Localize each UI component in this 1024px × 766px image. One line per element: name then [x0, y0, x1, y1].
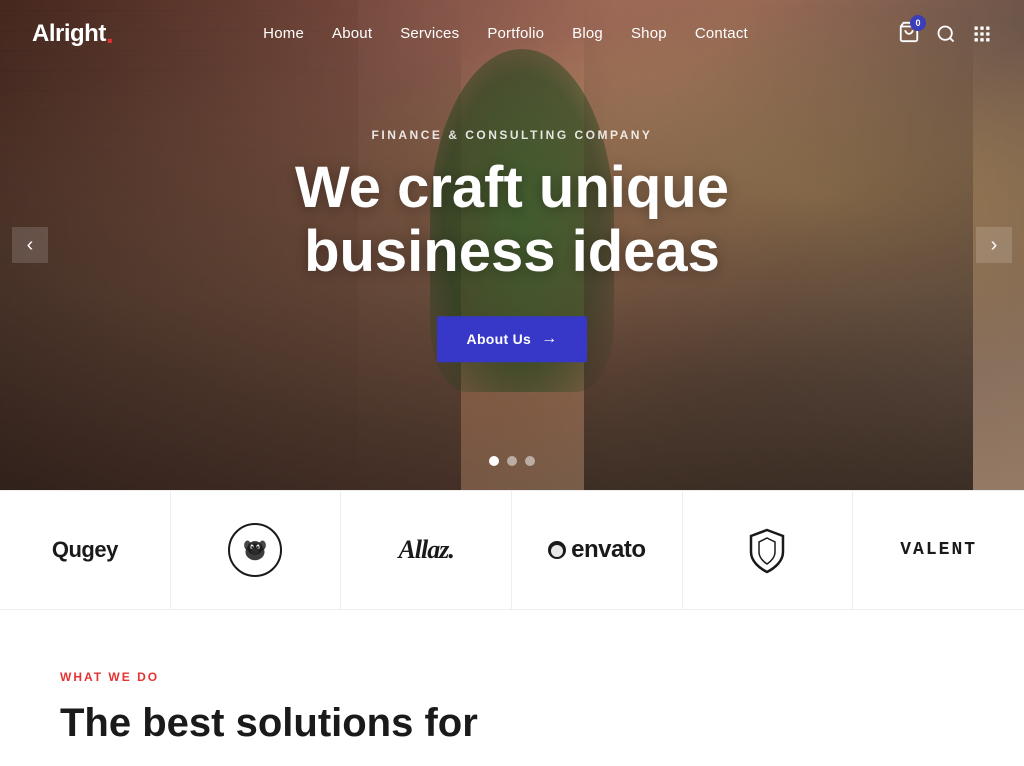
nav-services[interactable]: Services: [400, 25, 459, 42]
bottom-section: What We Do The best solutions for: [0, 610, 1024, 766]
hero-subtitle: Finance & Consulting Company: [172, 128, 852, 142]
cart-button[interactable]: 0: [898, 21, 920, 48]
carousel-prev-button[interactable]: ‹: [12, 227, 48, 263]
nav-menu: Home About Services Portfolio Blog Shop …: [263, 25, 748, 43]
logo[interactable]: Alright.: [32, 20, 113, 48]
grid-icon: [972, 24, 992, 44]
carousel-dot-3[interactable]: [525, 456, 535, 466]
what-we-do-label: What We Do: [60, 670, 964, 684]
brands-section: Qugey Allaz.: [0, 490, 1024, 610]
brand-valent-logo: VALENT: [900, 540, 977, 560]
brand-allaz: Allaz.: [341, 491, 512, 609]
brand-shield: [683, 491, 854, 609]
navbar: Alright. Home About Services Portfolio B…: [0, 0, 1024, 68]
search-icon: [936, 24, 956, 44]
nav-shop[interactable]: Shop: [631, 25, 667, 42]
cart-badge: 0: [910, 15, 926, 31]
brand-qugey-logo: Qugey: [52, 537, 118, 563]
carousel-dot-2[interactable]: [507, 456, 517, 466]
nav-about[interactable]: About: [332, 25, 372, 42]
grid-menu-button[interactable]: [972, 24, 992, 44]
arrow-icon: →: [541, 330, 557, 348]
nav-portfolio[interactable]: Portfolio: [487, 25, 544, 42]
navbar-icons: 0: [898, 21, 992, 48]
hero-section: Finance & Consulting Company We craft un…: [0, 0, 1024, 490]
about-us-button[interactable]: About Us →: [437, 316, 588, 362]
carousel-dots: [489, 456, 535, 466]
nav-home[interactable]: Home: [263, 25, 304, 42]
about-us-label: About Us: [467, 331, 532, 347]
brand-shield-logo: [743, 526, 791, 574]
brand-envato: envato: [512, 491, 683, 609]
carousel-next-button[interactable]: ›: [976, 227, 1012, 263]
brand-valent: VALENT: [853, 491, 1024, 609]
search-button[interactable]: [936, 24, 956, 44]
hero-title: We craft unique business ideas: [172, 156, 852, 284]
bulldog-icon: [228, 523, 282, 577]
brand-allaz-logo: Allaz.: [398, 535, 453, 565]
carousel-dot-1[interactable]: [489, 456, 499, 466]
brand-bulldog: [171, 491, 342, 609]
hero-title-line2: business ideas: [304, 219, 720, 284]
solutions-title: The best solutions for: [60, 700, 964, 746]
logo-text: Alright: [32, 20, 106, 48]
brands-grid: Qugey Allaz.: [0, 491, 1024, 609]
hero-title-line1: We craft unique: [295, 155, 729, 220]
nav-contact[interactable]: Contact: [695, 25, 748, 42]
nav-blog[interactable]: Blog: [572, 25, 603, 42]
logo-dot: .: [106, 20, 113, 48]
hero-content: Finance & Consulting Company We craft un…: [172, 128, 852, 362]
brand-qugey: Qugey: [0, 491, 171, 609]
brand-envato-logo: envato: [548, 536, 645, 564]
